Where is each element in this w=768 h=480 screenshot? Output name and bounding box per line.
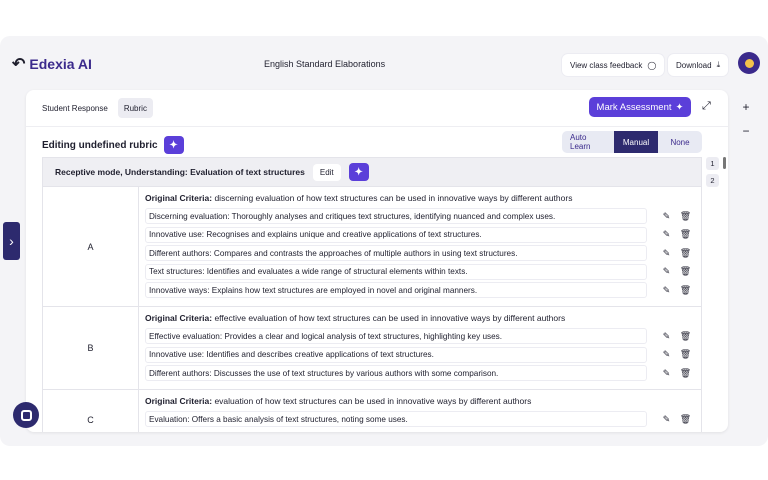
avatar-icon bbox=[744, 58, 754, 68]
trash-icon[interactable]: 🗑 bbox=[676, 229, 695, 240]
view-class-feedback-label: View class feedback bbox=[570, 60, 643, 70]
original-criteria: Original Criteria: effective evaluation … bbox=[145, 313, 695, 323]
grade-label: C bbox=[43, 390, 139, 432]
criteria-input[interactable]: Discerning evaluation: Thoroughly analys… bbox=[145, 208, 647, 225]
grade-row-a: A Original Criteria: discerning evaluati… bbox=[42, 187, 702, 307]
document-title: English Standard Elaborations bbox=[264, 59, 386, 69]
grade-content: Original Criteria: effective evaluation … bbox=[139, 307, 701, 389]
editing-title: Editing undefined rubric ✦ bbox=[42, 136, 184, 154]
rubric-table: Receptive mode, Understanding: Evaluatio… bbox=[42, 157, 702, 432]
sparkle-icon: ✦ bbox=[675, 101, 684, 113]
original-criteria-label: Original Criteria: bbox=[145, 313, 213, 323]
original-criteria-label: Original Criteria: bbox=[145, 193, 213, 203]
top-bar: ↶ Edexia AI English Standard Elaboration… bbox=[0, 36, 768, 92]
original-criteria-text: evaluation of how text structures can be… bbox=[214, 396, 532, 406]
edit-criterion-button[interactable]: Edit bbox=[312, 163, 341, 181]
tab-student-response[interactable]: Student Response bbox=[36, 98, 114, 118]
criteria-input[interactable]: Text structures: Identifies and evaluate… bbox=[145, 263, 647, 280]
pencil-icon[interactable]: ✎ bbox=[657, 349, 676, 360]
view-class-feedback-button[interactable]: View class feedback ◯ bbox=[562, 54, 665, 76]
criteria-input[interactable]: Innovative use: Identifies and describes… bbox=[145, 346, 647, 363]
criteria-input[interactable]: Evaluation: Offers a basic analysis of t… bbox=[145, 411, 647, 428]
tab-rubric[interactable]: Rubric bbox=[117, 98, 153, 118]
page-1-button[interactable]: 1 bbox=[706, 157, 719, 170]
mode-none[interactable]: None bbox=[658, 131, 702, 153]
original-criteria: Original Criteria: evaluation of how tex… bbox=[145, 396, 695, 406]
grade-row-c: C Original Criteria: evaluation of how t… bbox=[42, 390, 702, 432]
download-label: Download bbox=[676, 60, 712, 70]
pencil-icon[interactable]: ✎ bbox=[657, 331, 676, 342]
list-item: Innovative use: Recognises and explains … bbox=[145, 226, 695, 245]
list-item: Effective evaluation: Provides a clear a… bbox=[145, 327, 695, 346]
avatar[interactable] bbox=[738, 52, 760, 74]
mark-assessment-label: Mark Assessment bbox=[596, 101, 672, 113]
trash-icon[interactable]: 🗑 bbox=[676, 266, 695, 277]
trash-icon[interactable]: 🗑 bbox=[676, 331, 695, 342]
grade-label: A bbox=[43, 187, 139, 306]
rubric-panel: Student Response Rubric Mark Assessment … bbox=[26, 90, 728, 432]
criteria-input[interactable]: Different authors: Discusses the use of … bbox=[145, 365, 647, 382]
download-icon: ⤓ bbox=[716, 60, 721, 69]
ai-sparkle-button[interactable]: ✦ bbox=[163, 136, 184, 154]
mode-auto-learn[interactable]: Auto Learn bbox=[562, 131, 614, 153]
view-tabs: Student Response Rubric bbox=[36, 98, 153, 118]
criteria-input[interactable]: Different authors: Compares and contrast… bbox=[145, 245, 647, 262]
pencil-icon[interactable]: ✎ bbox=[657, 248, 676, 259]
expand-sidebar-button[interactable]: › bbox=[3, 222, 20, 260]
list-item: Innovative ways: Explains how text struc… bbox=[145, 281, 695, 300]
original-criteria: Original Criteria: discerning evaluation… bbox=[145, 193, 695, 203]
mode-manual[interactable]: Manual bbox=[614, 131, 658, 153]
back-arrow-icon[interactable]: ↶ bbox=[12, 54, 25, 74]
zoom-in-button[interactable]: + bbox=[738, 99, 754, 115]
pencil-icon[interactable]: ✎ bbox=[657, 368, 676, 379]
pencil-icon[interactable]: ✎ bbox=[657, 414, 676, 425]
zoom-out-button[interactable]: − bbox=[738, 123, 754, 139]
pencil-icon[interactable]: ✎ bbox=[657, 229, 676, 240]
grade-content: Original Criteria: discerning evaluation… bbox=[139, 187, 701, 306]
page-2-button[interactable]: 2 bbox=[706, 174, 719, 187]
chat-icon bbox=[20, 409, 32, 421]
lightbulb-icon: ◯ bbox=[647, 60, 657, 70]
trash-icon[interactable]: 🗑 bbox=[676, 414, 695, 425]
list-item: Different authors: Compares and contrast… bbox=[145, 244, 695, 263]
list-item: Text structures: Identifies and evaluate… bbox=[145, 263, 695, 282]
trash-icon[interactable]: 🗑 bbox=[676, 211, 695, 222]
pencil-icon[interactable]: ✎ bbox=[657, 285, 676, 296]
criteria-input[interactable]: Innovative ways: Explains how text struc… bbox=[145, 282, 647, 299]
mode-toggle: Auto Learn Manual None bbox=[562, 131, 702, 153]
logo[interactable]: ↶ Edexia AI bbox=[12, 54, 92, 74]
criteria-input[interactable]: Effective evaluation: Provides a clear a… bbox=[145, 328, 647, 345]
download-button[interactable]: Download ⤓ bbox=[668, 54, 729, 76]
chevron-right-icon: › bbox=[9, 233, 14, 249]
grade-content: Original Criteria: evaluation of how tex… bbox=[139, 390, 701, 432]
pencil-icon[interactable]: ✎ bbox=[657, 211, 676, 222]
trash-icon[interactable]: 🗑 bbox=[676, 248, 695, 259]
criterion-sparkle-button[interactable]: ✦ bbox=[348, 163, 369, 181]
trash-icon[interactable]: 🗑 bbox=[676, 368, 695, 379]
criterion-header: Receptive mode, Understanding: Evaluatio… bbox=[42, 157, 702, 187]
editing-title-text: Editing undefined rubric bbox=[42, 139, 158, 151]
divider bbox=[26, 126, 728, 127]
criterion-pager: 1 2 bbox=[706, 157, 719, 187]
list-item: Different authors: Discusses the use of … bbox=[145, 364, 695, 383]
expand-icon[interactable]: ⤢ bbox=[702, 100, 711, 113]
mark-assessment-button[interactable]: Mark Assessment ✦ bbox=[589, 97, 691, 117]
original-criteria-label: Original Criteria: bbox=[145, 396, 213, 406]
original-criteria-text: discerning evaluation of how text struct… bbox=[214, 193, 573, 203]
criteria-input[interactable]: Innovative use: Recognises and explains … bbox=[145, 226, 647, 243]
pencil-icon[interactable]: ✎ bbox=[657, 266, 676, 277]
chat-button[interactable] bbox=[13, 402, 39, 428]
list-item: Discerning evaluation: Thoroughly analys… bbox=[145, 207, 695, 226]
trash-icon[interactable]: 🗑 bbox=[676, 349, 695, 360]
trash-icon[interactable]: 🗑 bbox=[676, 285, 695, 296]
scrollbar[interactable] bbox=[723, 157, 726, 169]
grade-label: B bbox=[43, 307, 139, 389]
criterion-title: Receptive mode, Understanding: Evaluatio… bbox=[55, 167, 305, 177]
original-criteria-text: effective evaluation of how text structu… bbox=[214, 313, 566, 323]
app-name: Edexia AI bbox=[29, 56, 92, 72]
list-item: Evaluation: Offers a basic analysis of t… bbox=[145, 410, 695, 429]
grade-row-b: B Original Criteria: effective evaluatio… bbox=[42, 307, 702, 390]
list-item: Innovative use: Identifies and describes… bbox=[145, 346, 695, 365]
